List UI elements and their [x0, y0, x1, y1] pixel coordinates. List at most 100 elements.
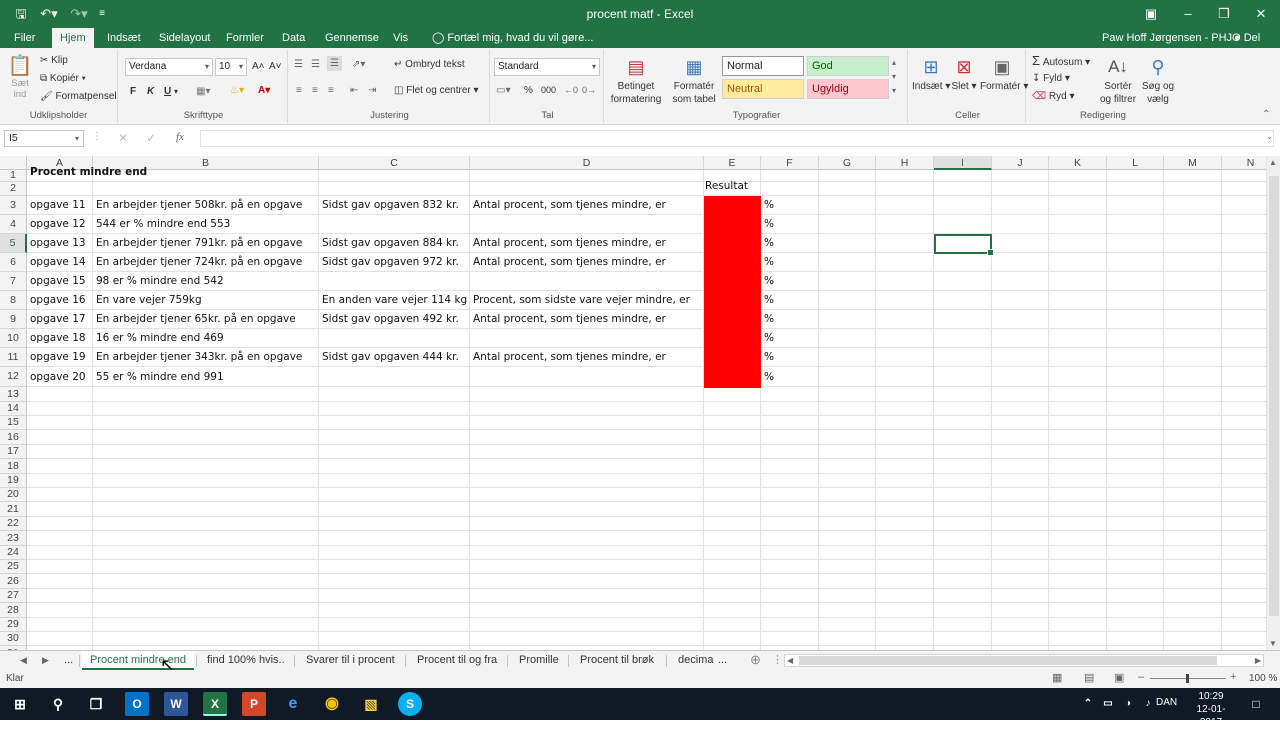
- increase-decimal-icon[interactable]: ←0: [564, 84, 578, 97]
- column-header-e[interactable]: E: [704, 156, 761, 170]
- row-header-8[interactable]: 8: [0, 291, 27, 310]
- merge-center-button[interactable]: ◫ Flet og centrer ▾: [394, 84, 479, 97]
- row-header-19[interactable]: 19: [0, 474, 27, 488]
- cell-a5[interactable]: opgave 13: [27, 234, 86, 253]
- row-header-3[interactable]: 3: [0, 196, 27, 215]
- row-header-26[interactable]: 26: [0, 574, 27, 589]
- cell-f8[interactable]: %: [761, 291, 774, 310]
- formula-input[interactable]: [200, 130, 1274, 147]
- increase-indent-icon[interactable]: ⇥: [368, 84, 376, 97]
- cell-b4[interactable]: 544 er % mindre end 553: [93, 215, 230, 234]
- orientation-icon[interactable]: ⇗▾: [352, 58, 365, 71]
- cell-c3[interactable]: Sidst gav opgaven 832 kr.: [319, 196, 459, 215]
- styles-scroll-icon[interactable]: ▴ ▾ ▾: [892, 56, 896, 98]
- paste-button[interactable]: 📋 Sæt ind: [6, 54, 34, 100]
- ribbon-display-icon[interactable]: ▣: [1133, 0, 1169, 28]
- style-bad[interactable]: Ugyldig: [807, 79, 889, 99]
- sheet-tab-find-100[interactable]: find 100% hvis..: [203, 651, 289, 670]
- normal-view-icon[interactable]: ▦: [1052, 671, 1062, 684]
- align-middle-icon[interactable]: ☰: [311, 58, 320, 71]
- column-header-f[interactable]: F: [761, 156, 819, 170]
- cell-a6[interactable]: opgave 14: [27, 253, 86, 272]
- row-header-25[interactable]: 25: [0, 560, 27, 574]
- column-header-i[interactable]: I: [934, 156, 992, 170]
- delete-cells-button[interactable]: ⊠ Slet ▾: [950, 54, 978, 93]
- clear-button[interactable]: ⌫ Ryd ▾: [1032, 90, 1075, 103]
- edge-icon[interactable]: e: [281, 692, 305, 716]
- conditional-formatting-button[interactable]: ▤ Betinget formatering: [606, 54, 666, 106]
- align-right-icon[interactable]: ≡: [328, 84, 334, 97]
- cell-f10[interactable]: %: [761, 329, 774, 348]
- cell-a1[interactable]: Procent mindre end: [27, 163, 147, 182]
- cell-b3[interactable]: En arbejder tjener 508kr. på en opgave: [93, 196, 302, 215]
- sheet-tab-procent-til-broek[interactable]: Procent til brøk: [576, 651, 658, 670]
- cancel-icon[interactable]: ✕: [118, 131, 128, 145]
- bold-button[interactable]: F: [130, 85, 136, 98]
- page-break-icon[interactable]: ▣: [1114, 671, 1124, 684]
- cell-e2[interactable]: Resultat: [704, 177, 748, 196]
- language-indicator[interactable]: DAN: [1156, 697, 1177, 708]
- column-header-m[interactable]: M: [1164, 156, 1222, 170]
- cell-f12[interactable]: %: [761, 368, 774, 387]
- outlook-icon[interactable]: O: [125, 692, 149, 716]
- page-layout-icon[interactable]: ▤: [1084, 671, 1094, 684]
- excel-icon[interactable]: X: [203, 692, 227, 716]
- tab-hjem[interactable]: Hjem: [52, 28, 94, 48]
- cell-f6[interactable]: %: [761, 253, 774, 272]
- name-box[interactable]: I5 ▾: [4, 130, 84, 147]
- cell-b5[interactable]: En arbejder tjener 791kr. på en opgave: [93, 234, 302, 253]
- sheet-tab-more-left[interactable]: ...: [60, 651, 77, 670]
- percent-button[interactable]: %: [524, 84, 533, 97]
- tab-data[interactable]: Data: [274, 28, 313, 48]
- cell-d9[interactable]: Antal procent, som tjenes mindre, er: [470, 310, 666, 329]
- cell-f3[interactable]: %: [761, 196, 774, 215]
- sheet-tab-svarer-til[interactable]: Svarer til i procent: [302, 651, 399, 670]
- taskbar-clock[interactable]: 10:29 12-01-2017: [1188, 690, 1234, 729]
- cell-c11[interactable]: Sidst gav opgaven 444 kr.: [319, 348, 459, 367]
- column-header-l[interactable]: L: [1107, 156, 1164, 170]
- tab-gennemse[interactable]: Gennemse: [317, 28, 387, 48]
- row-header-14[interactable]: 14: [0, 402, 27, 416]
- tab-filer[interactable]: Filer: [6, 28, 43, 48]
- underline-button[interactable]: U: [164, 85, 171, 98]
- insert-cells-button[interactable]: ⊞ Indsæt ▾: [912, 54, 950, 93]
- copy-button[interactable]: ⧉ Kopiér ▾: [40, 72, 86, 85]
- sheet-scroll-left-icon[interactable]: ◀: [16, 651, 31, 670]
- row-header-20[interactable]: 20: [0, 488, 27, 502]
- powerpoint-icon[interactable]: P: [242, 692, 266, 716]
- column-header-g[interactable]: G: [819, 156, 876, 170]
- row-header-22[interactable]: 22: [0, 517, 27, 531]
- share-button[interactable]: ● Del: [1226, 28, 1268, 48]
- row-header-23[interactable]: 23: [0, 531, 27, 546]
- zoom-slider-thumb[interactable]: [1186, 674, 1189, 683]
- font-name-dropdown[interactable]: Verdana ▾: [125, 58, 213, 76]
- row-header-7[interactable]: 7: [0, 272, 27, 291]
- row-header-6[interactable]: 6: [0, 253, 27, 272]
- font-size-dropdown[interactable]: 10 ▾: [215, 58, 247, 76]
- cell-c5[interactable]: Sidst gav opgaven 884 kr.: [319, 234, 459, 253]
- cell-a8[interactable]: opgave 16: [27, 291, 86, 310]
- scroll-thumb[interactable]: [1269, 176, 1279, 616]
- horizontal-scrollbar[interactable]: ◀ ▶: [784, 654, 1264, 667]
- word-icon[interactable]: W: [164, 692, 188, 716]
- sheet-tab-more-right[interactable]: ...: [714, 651, 731, 670]
- restore-icon[interactable]: ❐: [1206, 0, 1242, 28]
- column-header-k[interactable]: K: [1049, 156, 1107, 170]
- row-header-10[interactable]: 10: [0, 329, 27, 348]
- row-header-18[interactable]: 18: [0, 459, 27, 474]
- decrease-decimal-icon[interactable]: 0→: [582, 84, 596, 97]
- fill-color-icon[interactable]: ♨▾: [230, 84, 244, 97]
- shrink-font-icon[interactable]: A˅: [269, 60, 282, 73]
- style-neutral[interactable]: Neutral: [722, 79, 804, 99]
- cell-a10[interactable]: opgave 18: [27, 329, 86, 348]
- notifications-icon[interactable]: □: [1244, 692, 1268, 716]
- row-header-16[interactable]: 16: [0, 430, 27, 445]
- row-header-15[interactable]: 15: [0, 416, 27, 430]
- cell-b12[interactable]: 55 er % mindre end 991: [93, 368, 224, 387]
- cell-d11[interactable]: Antal procent, som tjenes mindre, er: [470, 348, 666, 367]
- number-format-dropdown[interactable]: Standard ▾: [494, 58, 600, 76]
- cell-d3[interactable]: Antal procent, som tjenes mindre, er: [470, 196, 666, 215]
- tab-indsaet[interactable]: Indsæt: [99, 28, 149, 48]
- row-header-9[interactable]: 9: [0, 310, 27, 329]
- scroll-left-icon[interactable]: ◀: [787, 655, 793, 666]
